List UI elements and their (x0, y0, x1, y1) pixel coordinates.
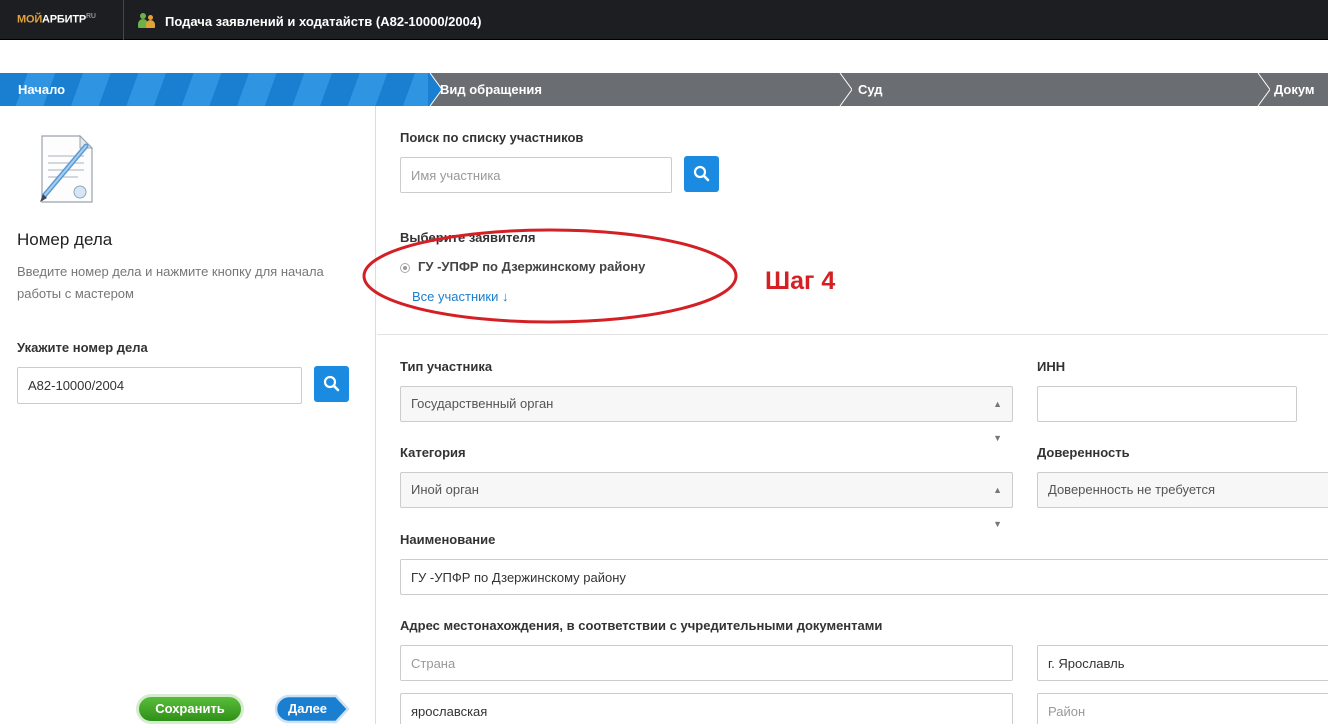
step-court[interactable]: Суд (858, 73, 883, 106)
category-value: Иной орган (411, 482, 479, 497)
category-select[interactable]: Иной орган ▲ ▼ (400, 472, 1013, 529)
document-pen-icon (34, 132, 104, 206)
proxy-value: Доверенность не требуется (1048, 482, 1216, 497)
category-label: Категория (400, 445, 466, 460)
case-number-input[interactable] (17, 367, 302, 404)
logo-part-2: АРБИТР (42, 13, 86, 26)
section-title: Номер дела (17, 230, 113, 249)
highlight-ellipse (362, 228, 738, 324)
step-start-label: Начало (18, 82, 66, 97)
chevron-right-icon (838, 73, 852, 106)
name-label: Наименование (400, 532, 496, 547)
select-arrows-icon: ▲ ▼ (993, 485, 1002, 529)
participant-type-select[interactable]: Государственный орган ▲ ▼ (400, 386, 1013, 443)
chevron-right-icon (1256, 73, 1270, 106)
step-annotation: Шаг 4 (765, 267, 836, 295)
region-input[interactable] (400, 693, 1013, 724)
step-request-type-label: Вид обращения (440, 82, 543, 97)
case-number-label: Укажите номер дела (17, 340, 148, 355)
logo-part-3: RU (85, 13, 96, 20)
next-button[interactable]: Далее (274, 694, 350, 724)
participant-search-label: Поиск по списку участников (400, 130, 584, 145)
name-input[interactable] (400, 559, 1328, 595)
inn-label: ИНН (1037, 359, 1066, 374)
inn-input[interactable] (1037, 386, 1297, 422)
participant-search-input[interactable] (400, 157, 672, 193)
app-logo[interactable]: МОЙАРБИТРRU (0, 0, 124, 40)
proxy-select[interactable]: Доверенность не требуется (1037, 472, 1328, 508)
district-input[interactable] (1037, 693, 1328, 724)
window-title: Подача заявлений и ходатайств (А82-10000… (137, 10, 481, 32)
address-label: Адрес местонахождения, в соответствии с … (400, 618, 883, 633)
proxy-label: Доверенность (1037, 445, 1130, 460)
step-court-label: Суд (858, 82, 883, 97)
top-bar: МОЙАРБИТРRU Подача заявлений и ходатайст… (0, 0, 1328, 40)
participant-type-label: Тип участника (400, 359, 493, 374)
step-start[interactable]: Начало (0, 73, 430, 106)
participant-type-value: Государственный орган (411, 396, 554, 411)
page-title: Подача заявлений и ходатайств (А82-10000… (165, 13, 482, 29)
case-search-button[interactable] (314, 366, 349, 402)
step-documents-label: Докум (1274, 82, 1315, 97)
left-panel: Номер дела Введите номер дела и нажмите … (0, 106, 376, 724)
save-button[interactable]: Сохранить (136, 694, 244, 724)
wizard-steps: Начало Вид обращения Суд Докум (0, 73, 1328, 106)
next-button-label: Далее (288, 701, 328, 716)
city-input[interactable] (1037, 645, 1328, 681)
people-icon (137, 12, 157, 30)
logo-part-1: МОЙ (17, 13, 43, 26)
section-description: Введите номер дела и нажмите кнопку для … (17, 264, 324, 301)
select-arrows-icon: ▲ ▼ (993, 399, 1002, 443)
search-icon (323, 375, 340, 392)
step-request-type[interactable]: Вид обращения (440, 73, 542, 106)
step-documents[interactable]: Докум (1274, 73, 1315, 106)
section-divider (377, 334, 1328, 335)
country-input[interactable] (400, 645, 1013, 681)
participant-search-button[interactable] (684, 156, 719, 192)
search-icon (693, 165, 710, 182)
